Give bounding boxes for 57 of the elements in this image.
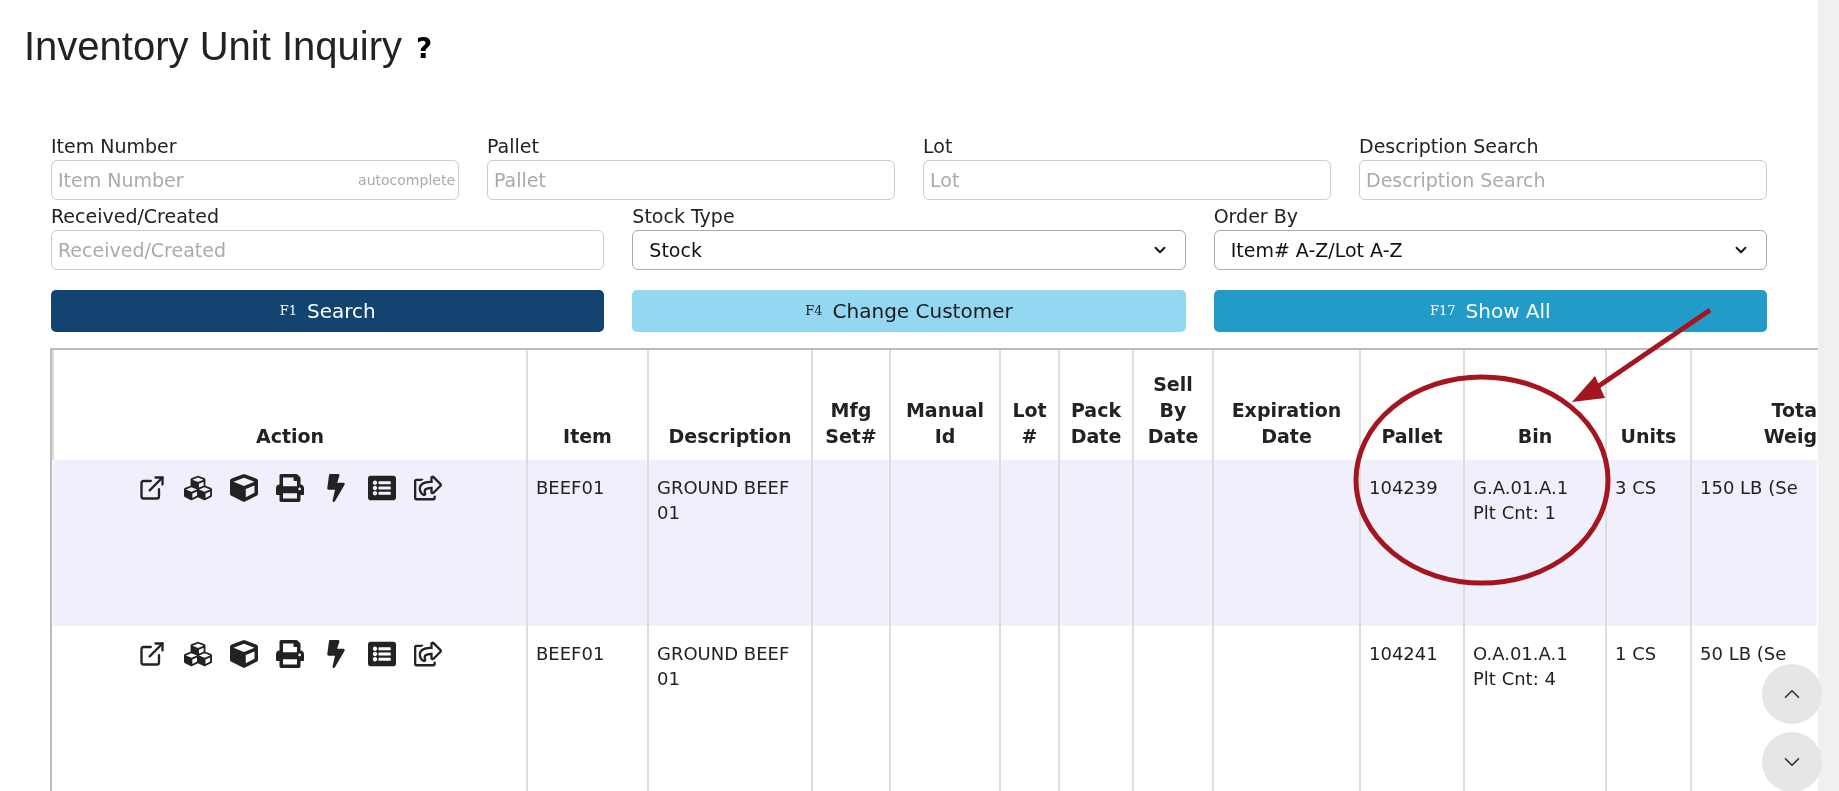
table-cell: 104239 bbox=[1369, 477, 1438, 498]
cube-icon[interactable] bbox=[229, 474, 258, 502]
help-link[interactable]: ? bbox=[415, 28, 433, 70]
field-label: Received/Created bbox=[51, 204, 221, 229]
select-field[interactable]: Stock bbox=[632, 230, 1186, 270]
cube-icon[interactable] bbox=[229, 640, 258, 668]
external-link-icon[interactable] bbox=[137, 640, 166, 668]
select-field[interactable]: Item# A-Z/Lot A-Z bbox=[1213, 230, 1767, 270]
table-cell: BEEF01 bbox=[536, 643, 605, 664]
column-header: Bin bbox=[1517, 425, 1553, 447]
page-title: Inventory Unit Inquiry bbox=[24, 23, 402, 70]
field-label: Order By bbox=[1213, 204, 1299, 229]
cubes-icon[interactable] bbox=[183, 640, 212, 668]
table-cell: 104241 bbox=[1369, 643, 1438, 664]
field-label: Description Search bbox=[1359, 134, 1540, 159]
column-header: Pack Date bbox=[1070, 399, 1122, 447]
column-header: Mfg Set# bbox=[825, 399, 877, 447]
column-header: Description bbox=[668, 425, 792, 447]
table-row[interactable]: BEEF01 GROUND BEEF 01 104239 G.A.01.A.1 Plt Cnt: 1 3 CS 150 LB (Se bbox=[53, 460, 1817, 626]
table-cell: GROUND BEEF 01 bbox=[657, 643, 790, 689]
list-icon[interactable] bbox=[367, 474, 396, 502]
column-header: Pallet bbox=[1381, 425, 1443, 447]
input-field[interactable]: Lot bbox=[923, 160, 1331, 200]
field-label: Pallet bbox=[487, 134, 540, 159]
external-link-icon[interactable] bbox=[137, 474, 166, 502]
table-cell: 1 CS bbox=[1615, 643, 1657, 664]
table-cell: 50 LB (Se bbox=[1700, 643, 1787, 664]
input-field[interactable]: Pallet bbox=[487, 160, 895, 200]
list-icon[interactable] bbox=[367, 640, 396, 668]
table-row[interactable]: BEEF01 GROUND BEEF 01 104241 O.A.01.A.1 Plt Cnt: 4 1 CS 50 LB (Se bbox=[53, 626, 1817, 791]
table-cell: 3 CS bbox=[1615, 477, 1657, 498]
action-button[interactable]: F4 Change Customer bbox=[632, 290, 1186, 332]
table-cell: BEEF01 bbox=[536, 477, 605, 498]
table-cell: 150 LB (Se bbox=[1700, 477, 1798, 498]
column-header: Units bbox=[1620, 425, 1677, 447]
print-icon[interactable] bbox=[275, 640, 304, 668]
column-header: Item bbox=[563, 425, 612, 447]
column-header: Sell By Date bbox=[1147, 373, 1199, 447]
table-cell: G.A.01.A.1 Plt Cnt: 1 bbox=[1473, 477, 1569, 523]
field-label: Item Number bbox=[51, 134, 178, 159]
input-field[interactable]: Received/Created bbox=[51, 230, 605, 270]
field-label: Stock Type bbox=[632, 204, 736, 229]
column-header: Expiration Date bbox=[1231, 399, 1342, 447]
column-header: Tota Weig bbox=[1763, 399, 1817, 447]
column-header: Lot # bbox=[1012, 399, 1047, 447]
action-button[interactable]: F1 Search bbox=[51, 290, 605, 332]
column-header: Manual Id bbox=[905, 399, 985, 447]
column-header: Action bbox=[255, 425, 325, 447]
input-field[interactable]: Description Search bbox=[1359, 160, 1767, 200]
share-icon[interactable] bbox=[413, 474, 442, 502]
field-label: Lot bbox=[923, 134, 954, 159]
autocomplete-hint: autocomplete bbox=[358, 171, 455, 190]
table-cell: O.A.01.A.1 Plt Cnt: 4 bbox=[1473, 643, 1568, 689]
table-cell: GROUND BEEF 01 bbox=[657, 477, 790, 523]
print-icon[interactable] bbox=[275, 474, 304, 502]
share-icon[interactable] bbox=[413, 640, 442, 668]
cubes-icon[interactable] bbox=[183, 474, 212, 502]
